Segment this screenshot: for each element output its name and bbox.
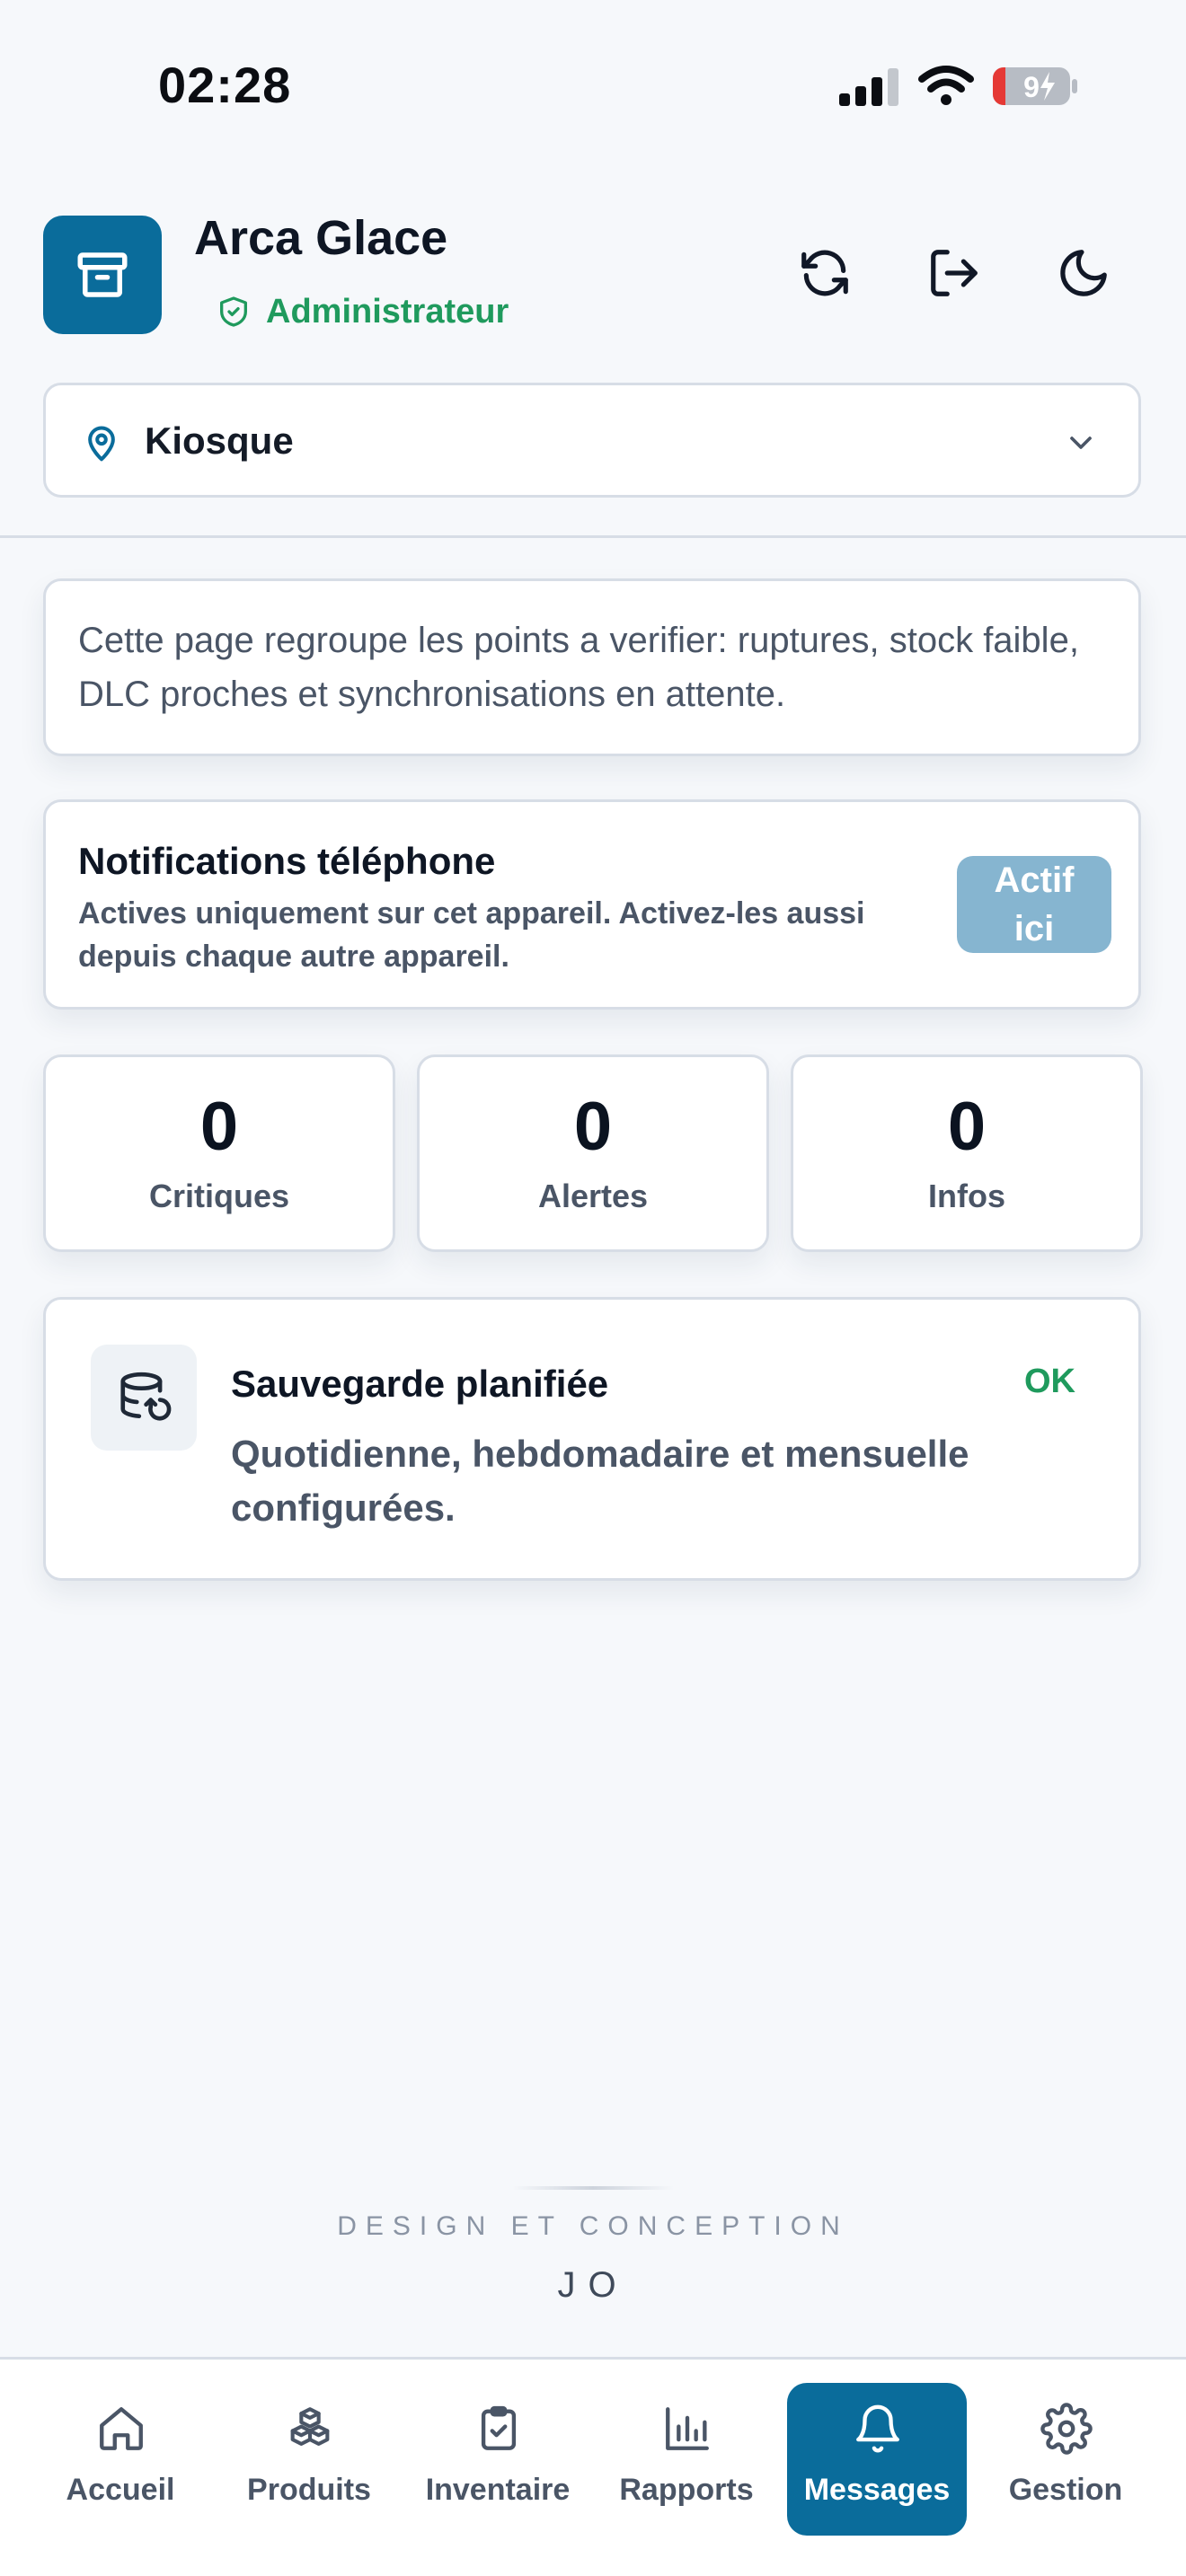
nav-item-rapports[interactable]: Rapports [597,2383,776,2536]
nav-label: Produits [247,2473,371,2507]
stat-value: 0 [947,1089,987,1165]
stat-label: Alertes [537,1178,649,1214]
cellular-signal-icon [839,68,898,106]
notifications-title: Notifications téléphone [78,840,496,882]
nav-item-messages[interactable]: Messages [787,2383,967,2536]
stat-critiques[interactable]: 0 Critiques [43,1054,395,1252]
role-label: Administrateur [266,292,509,331]
nav-label: Messages [803,2473,951,2507]
map-pin-icon [88,426,115,462]
role-badge: Administrateur [216,289,509,334]
backup-status-badge: OK [1024,1363,1075,1400]
clipboard-check-icon [481,2405,517,2450]
stat-alertes[interactable]: 0 Alertes [417,1054,769,1252]
moon-icon [1060,250,1107,296]
stat-label: Infos [928,1178,1005,1214]
nav-item-accueil[interactable]: Accueil [31,2383,210,2536]
nav-label: Gestion [1008,2473,1123,2507]
refresh-button[interactable] [787,235,863,311]
battery-level: 9 [1023,71,1040,103]
credit-caption: DESIGN ET CONCEPTION [337,2211,849,2241]
location-select[interactable]: Kiosque [43,383,1141,498]
credit-name: JO [557,2265,629,2305]
wifi-icon [918,66,974,105]
nav-label: Rapports [619,2473,754,2507]
credit-divider [512,2186,674,2190]
nav-label: Inventaire [425,2473,571,2507]
notifications-description: Actives uniquement sur cet appareil. Act… [78,896,865,974]
info-card: Cette page regroupe les points a verifie… [43,578,1141,756]
bell-icon [856,2404,899,2453]
stat-label: Critiques [148,1178,290,1214]
backup-title: Sauvegarde planifiée [231,1363,609,1405]
scheduled-backup-card: Sauvegarde planifiée OK Quotidienne, heb… [43,1297,1141,1581]
archive-box-icon [77,252,128,297]
nav-item-produits[interactable]: Produits [219,2383,399,2536]
nav-label: Accueil [66,2473,175,2507]
stat-infos[interactable]: 0 Infos [791,1054,1143,1252]
backup-icon-box [91,1345,197,1451]
info-text: Cette page regroupe les points a verifie… [78,621,1079,714]
notifications-active-button[interactable]: Actif ici [957,856,1111,953]
notifications-button-label: Actif ici [994,860,1075,948]
app-logo [43,216,162,334]
chevron-down-icon [1070,437,1092,449]
shield-check-icon [220,296,247,327]
database-backup-icon [120,1372,172,1421]
bottom-navigation: Accueil Produits Inventaire Rapports Mes… [0,2357,1186,2576]
refresh-icon [801,250,848,296]
backup-description: Quotidienne, hebdomadaire et mensuelle c… [231,1433,969,1529]
stat-value: 0 [199,1089,239,1165]
app-title: Arca Glace [194,211,448,265]
nav-item-gestion[interactable]: Gestion [976,2383,1155,2536]
status-time: 02:28 [158,57,292,113]
home-icon [100,2407,143,2450]
nav-item-inventaire[interactable]: Inventaire [408,2383,588,2536]
status-bar: 02:28 9 [0,0,1186,171]
battery-charging-icon: 9 [993,67,1077,105]
phone-notifications-card: Notifications téléphone Actives uniqueme… [43,799,1141,1010]
gear-icon [1040,2403,1093,2455]
logout-icon [931,250,978,296]
bar-chart-icon [666,2407,709,2450]
logout-button[interactable] [916,235,992,311]
stat-value: 0 [573,1089,613,1165]
app-header: Arca Glace Administrateur Kiosque [0,171,1186,538]
boxes-icon [290,2407,330,2446]
location-value: Kiosque [145,419,294,462]
dark-mode-button[interactable] [1046,235,1121,311]
